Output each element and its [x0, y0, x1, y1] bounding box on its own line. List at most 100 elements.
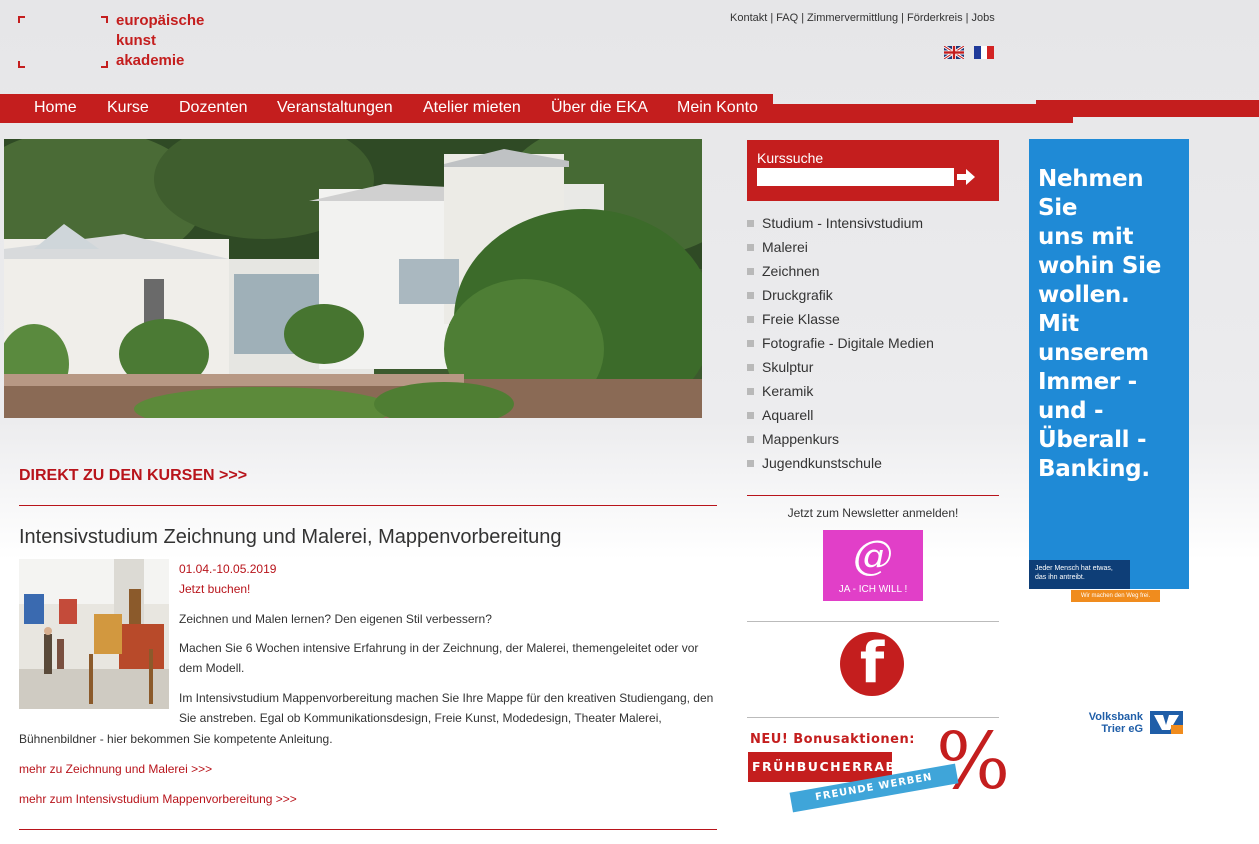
ad-headline-line: wohin Sie	[1038, 253, 1162, 279]
article-paragraph: Bühnenbildner - hier bekommen Sie kompet…	[19, 732, 333, 746]
bank-name-line: Volksbank	[1088, 711, 1143, 723]
nav-bar-extension	[1036, 117, 1073, 123]
ad-headline-line: Mit unserem	[1038, 311, 1149, 366]
bullet-icon	[747, 243, 754, 251]
bullet-icon	[747, 219, 754, 227]
article-paragraph: Sie anstreben. Egal ob Kommunikationsdes…	[179, 711, 662, 725]
logo-line: akademie	[116, 52, 185, 69]
volksbank-logo-icon	[1150, 711, 1183, 734]
percent-icon: %	[936, 717, 1011, 807]
category-label: Fotografie - Digitale Medien	[762, 335, 934, 351]
arrow-right-icon[interactable]	[956, 167, 976, 187]
ad-banner[interactable]: Nehmen Sie uns mit wohin Sie wollen. Mit…	[1029, 139, 1189, 589]
category-mappenkurs[interactable]: Mappenkurs	[747, 431, 839, 447]
hero-image	[4, 139, 702, 418]
nav-veranstaltungen[interactable]: Veranstaltungen	[277, 99, 393, 117]
article-image[interactable]	[19, 559, 169, 709]
ad-headline-line: Banking.	[1038, 456, 1150, 482]
ad-tagline: Jeder Mensch hat etwas, das ihn antreibt…	[1035, 564, 1113, 582]
category-label: Keramik	[762, 383, 814, 399]
bullet-icon	[747, 315, 754, 323]
nav-mein-konto[interactable]: Mein Konto	[677, 99, 758, 117]
category-label: Jugendkunstschule	[762, 455, 882, 471]
category-label: Zeichnen	[762, 263, 820, 279]
toplink-zimmervermittlung[interactable]: Zimmervermittlung	[807, 12, 898, 24]
search-label: Kurssuche	[757, 150, 824, 166]
bank-name: Volksbank Trier eG	[1086, 711, 1143, 735]
bullet-icon	[747, 267, 754, 275]
toplink-foerderkreis[interactable]: Förderkreis	[907, 12, 963, 24]
course-search-input[interactable]	[757, 168, 954, 186]
nav-home[interactable]: Home	[34, 99, 77, 117]
ad-headline-line: wollen.	[1038, 282, 1130, 308]
more-intensivstudium-link[interactable]: mehr zum Intensivstudium Mappenvorbereit…	[19, 792, 297, 806]
more-zeichnung-link[interactable]: mehr zu Zeichnung und Malerei >>>	[19, 762, 212, 776]
category-label: Freie Klasse	[762, 311, 840, 327]
nav-bar-extension	[773, 104, 1036, 123]
nav-kurse[interactable]: Kurse	[107, 99, 149, 117]
divider	[747, 621, 999, 622]
book-now-link[interactable]: Jetzt buchen!	[179, 582, 250, 596]
logo-line: kunst	[116, 32, 157, 49]
bullet-icon	[747, 435, 754, 443]
ad-tagline-line: Jeder Mensch hat etwas,	[1035, 565, 1113, 572]
logo-corner-bl	[18, 61, 25, 68]
bonus-title: NEU! Bonusaktionen:	[750, 732, 915, 747]
newsletter-button-label: JA - ICH WILL !	[838, 584, 908, 595]
fr-flag-icon[interactable]	[974, 46, 994, 59]
article-paragraph: Im Intensivstudium Mappenvorbereitung ma…	[179, 691, 714, 705]
category-label: Druckgrafik	[762, 287, 833, 303]
logo-text: europäische kunst akademie	[116, 11, 204, 71]
divider	[19, 829, 717, 830]
category-malerei[interactable]: Malerei	[747, 239, 808, 255]
uk-flag-icon[interactable]	[944, 46, 964, 59]
top-links: Kontakt | FAQ | Zimmervermittlung | Förderkrei…	[730, 12, 995, 24]
ad-headline-line: Nehmen Sie	[1038, 166, 1144, 221]
category-skulptur[interactable]: Skulptur	[747, 359, 813, 375]
category-label: Mappenkurs	[762, 431, 840, 447]
category-label: Skulptur	[762, 359, 814, 375]
category-zeichnen[interactable]: Zeichnen	[747, 263, 820, 279]
toplink-faq[interactable]: FAQ	[776, 12, 798, 24]
category-jugendkunstschule[interactable]: Jugendkunstschule	[747, 455, 882, 471]
category-keramik[interactable]: Keramik	[747, 383, 813, 399]
category-label: Aquarell	[762, 407, 814, 423]
category-aquarell[interactable]: Aquarell	[747, 407, 813, 423]
nav-bar-extension	[1036, 100, 1259, 117]
bullet-icon	[747, 411, 754, 419]
article-paragraph: Machen Sie 6 Wochen intensive Erfahrung …	[179, 641, 699, 655]
category-label: Studium - Intensivstudium	[762, 215, 924, 231]
newsletter-button[interactable]: @ JA - ICH WILL !	[823, 530, 923, 601]
logo-line: europäische	[116, 12, 205, 29]
article-paragraph: dem Modell.	[179, 661, 245, 675]
bullet-icon	[747, 387, 754, 395]
bullet-icon	[747, 291, 754, 299]
category-studium[interactable]: Studium - Intensivstudium	[747, 215, 923, 231]
divider	[19, 505, 717, 506]
ad-headline-line: Überall -	[1038, 427, 1147, 453]
category-fotografie[interactable]: Fotografie - Digitale Medien	[747, 335, 934, 351]
logo-corner-tr	[101, 16, 108, 23]
category-freie-klasse[interactable]: Freie Klasse	[747, 311, 840, 327]
ad-headline-line: Immer -	[1038, 369, 1137, 395]
toplink-kontakt[interactable]: Kontakt	[730, 12, 767, 24]
article-title[interactable]: Intensivstudium Zeichnung und Malerei, M…	[19, 526, 562, 549]
bullet-icon	[747, 459, 754, 467]
bullet-icon	[747, 339, 754, 347]
toplink-jobs[interactable]: Jobs	[971, 12, 994, 24]
category-druckgrafik[interactable]: Druckgrafik	[747, 287, 833, 303]
nav-ueber-die-eka[interactable]: Über die EKA	[551, 99, 648, 117]
divider	[747, 495, 999, 496]
logo-corner-br	[101, 61, 108, 68]
facebook-icon[interactable]: f	[840, 632, 904, 696]
ad-headline-line: uns mit	[1038, 224, 1134, 250]
direkt-zu-den-kursen-link[interactable]: DIREKT ZU DEN KURSEN >>>	[19, 467, 247, 485]
bank-name-line: Trier eG	[1101, 723, 1143, 735]
nav-atelier-mieten[interactable]: Atelier mieten	[423, 99, 521, 117]
logo-corner-tl	[18, 16, 25, 23]
article-date: 01.04.-10.05.2019	[179, 562, 277, 576]
ad-slogan: Wir machen den Weg frei.	[1071, 590, 1160, 602]
nav-dozenten[interactable]: Dozenten	[179, 99, 248, 117]
ad-headline: Nehmen Sie uns mit wohin Sie wollen. Mit…	[1038, 165, 1189, 484]
ad-tagline-line: das ihn antreibt.	[1035, 574, 1085, 581]
